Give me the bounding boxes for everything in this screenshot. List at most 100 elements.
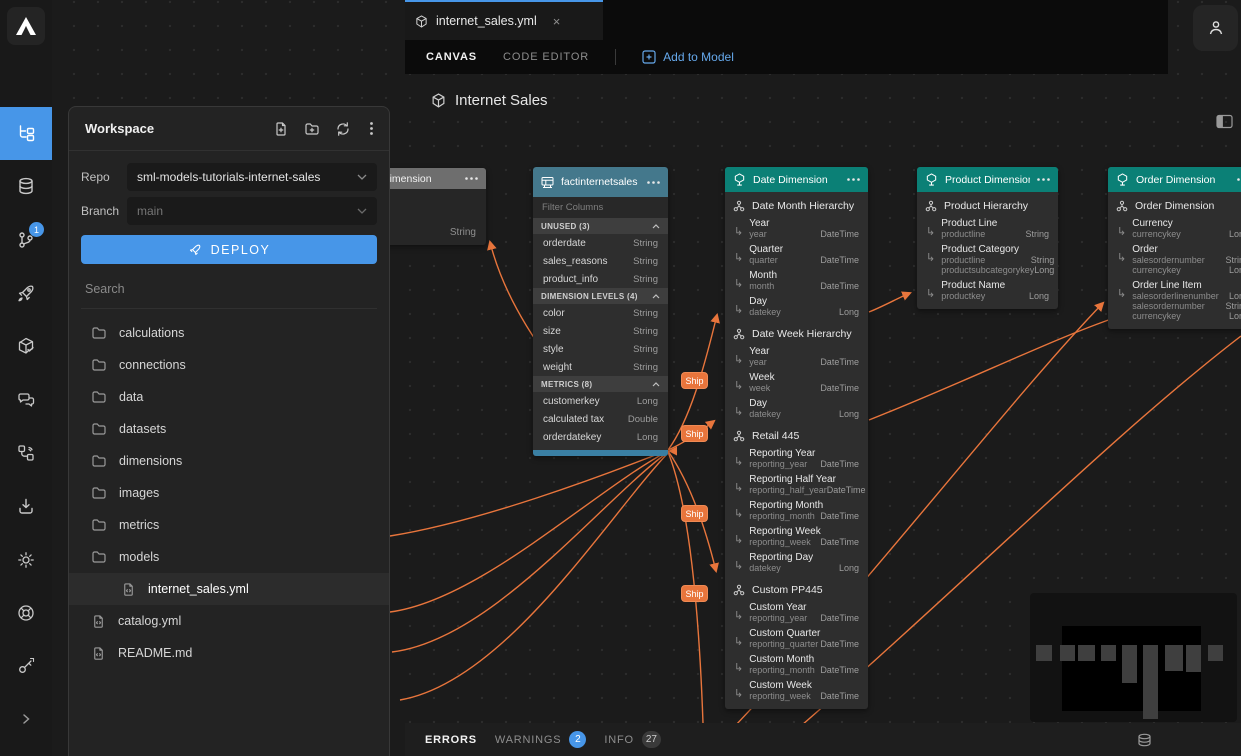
- sidebar-item-comments[interactable]: [0, 373, 52, 426]
- node-header[interactable]: Date Dimension: [725, 167, 868, 192]
- column-row[interactable]: weight String: [533, 358, 668, 376]
- relationship-label-ship[interactable]: Ship: [681, 505, 708, 522]
- column-row[interactable]: orderdate String: [533, 234, 668, 252]
- deploy-button[interactable]: DEPLOY: [81, 235, 377, 264]
- sidebar-item-support[interactable]: [0, 586, 52, 639]
- workspace-menu-button[interactable]: [370, 122, 373, 135]
- node-menu-icon[interactable]: [465, 177, 478, 180]
- level-row[interactable]: ↳ Product Name productkey Long: [917, 278, 1058, 304]
- level-row[interactable]: ↳ Quarter quarter DateTime: [725, 242, 868, 268]
- column-section-header[interactable]: UNUSED (3): [533, 218, 668, 234]
- tree-item[interactable]: calculations: [69, 317, 389, 349]
- sidebar-item-api-keys[interactable]: [0, 639, 52, 692]
- column-row[interactable]: calculated tax Double: [533, 410, 668, 428]
- column-row[interactable]: product_info String: [533, 270, 668, 288]
- level-row[interactable]: ↳ Custom Year reporting_year DateTime: [725, 600, 868, 626]
- new-file-button[interactable]: [273, 121, 289, 137]
- database-status-icon[interactable]: [1136, 732, 1153, 748]
- sidebar-item-file-tree[interactable]: [0, 107, 52, 160]
- level-row[interactable]: ↳ Custom Month reporting_month DateTime: [725, 652, 868, 678]
- node-header[interactable]: factinternetsales: [533, 167, 668, 197]
- tree-item[interactable]: data: [69, 381, 389, 413]
- tree-item[interactable]: images: [69, 477, 389, 509]
- tab-code-editor[interactable]: CODE EDITOR: [503, 51, 589, 63]
- relationship-label-ship[interactable]: Ship: [681, 425, 708, 442]
- sidebar-item-datasets[interactable]: [0, 160, 52, 213]
- panel-toggle-icon[interactable]: [1216, 114, 1233, 129]
- tree-item[interactable]: README.md: [69, 637, 389, 669]
- node-menu-icon[interactable]: [1237, 178, 1241, 181]
- tree-item[interactable]: metrics: [69, 509, 389, 541]
- column-row[interactable]: sales_reasons String: [533, 252, 668, 270]
- column-section-header[interactable]: METRICS (8): [533, 376, 668, 392]
- node-menu-icon[interactable]: [847, 178, 860, 181]
- hierarchy-row[interactable]: Product Hierarchy: [917, 192, 1058, 216]
- column-row[interactable]: orderdatekey Long: [533, 428, 668, 446]
- level-row[interactable]: ↳ Week week DateTime: [725, 370, 868, 396]
- level-row[interactable]: ↳ Year year DateTime: [725, 344, 868, 370]
- relationship-label-ship[interactable]: Ship: [681, 372, 708, 389]
- repo-select[interactable]: sml-models-tutorials-internet-sales: [127, 163, 377, 191]
- node-header[interactable]: Product Dimension: [917, 167, 1058, 192]
- column-row[interactable]: style String: [533, 340, 668, 358]
- column-section-header[interactable]: DIMENSION LEVELS (4): [533, 288, 668, 304]
- column-row[interactable]: customerkey Long: [533, 392, 668, 410]
- level-row[interactable]: ↳ Reporting Year reporting_year DateTime: [725, 446, 868, 472]
- tree-item[interactable]: connections: [69, 349, 389, 381]
- tree-item[interactable]: datasets: [69, 413, 389, 445]
- tree-item[interactable]: internet_sales.yml: [69, 573, 389, 605]
- refresh-button[interactable]: [335, 121, 351, 137]
- hierarchy-row[interactable]: Custom PP445: [725, 576, 868, 600]
- level-row[interactable]: ↳ Reporting Week reporting_week DateTime: [725, 524, 868, 550]
- level-row[interactable]: ↳ Reporting Half Year reporting_half_yea…: [725, 472, 868, 498]
- info-tab[interactable]: INFO 27: [604, 731, 661, 748]
- level-row[interactable]: ↳ Month month DateTime: [725, 268, 868, 294]
- branch-select[interactable]: main: [127, 197, 377, 225]
- sidebar-item-import[interactable]: [0, 480, 52, 533]
- atscale-logo[interactable]: [7, 7, 45, 45]
- node-menu-icon[interactable]: [647, 181, 660, 184]
- minimap[interactable]: [1030, 593, 1237, 722]
- sidebar-item-settings[interactable]: [0, 533, 52, 586]
- level-row[interactable]: ↳ Product Line productline String: [917, 216, 1058, 242]
- errors-tab[interactable]: ERRORS: [425, 734, 477, 746]
- level-row[interactable]: ↳ Order salesordernumber String currency…: [1108, 242, 1241, 278]
- hierarchy-row[interactable]: Retail 445: [725, 422, 868, 446]
- sidebar-item-workflow[interactable]: [0, 426, 52, 479]
- column-row[interactable]: size String: [533, 322, 668, 340]
- level-row[interactable]: ↳ Day datekey Long: [725, 294, 868, 320]
- model-node-product-dimension[interactable]: Product Dimension Product Hierarchy ↳ Pr…: [917, 167, 1058, 309]
- model-node-factinternetsales[interactable]: factinternetsales UNUSED (3) orderdate S…: [533, 167, 668, 456]
- hierarchy-row[interactable]: Date Month Hierarchy: [725, 192, 868, 216]
- new-folder-button[interactable]: [304, 121, 320, 137]
- level-row[interactable]: ↳ Custom Week reporting_week DateTime: [725, 678, 868, 704]
- filter-columns-input[interactable]: [542, 202, 659, 213]
- level-row[interactable]: ↳ Reporting Day datekey Long: [725, 550, 868, 576]
- rail-expand-button[interactable]: [0, 693, 52, 746]
- sidebar-item-deploy[interactable]: [0, 266, 52, 319]
- sidebar-item-models[interactable]: [0, 320, 52, 373]
- warnings-tab[interactable]: WARNINGS 2: [495, 731, 587, 748]
- model-node-order-dimension[interactable]: Order Dimension Order Dimension ↳ Curren…: [1108, 167, 1241, 329]
- level-row[interactable]: ↳ Day datekey Long: [725, 396, 868, 422]
- filter-columns-field[interactable]: [533, 197, 668, 218]
- tab-canvas[interactable]: CANVAS: [426, 51, 477, 63]
- column-row[interactable]: color String: [533, 304, 668, 322]
- level-row[interactable]: ↳ Year year DateTime: [725, 216, 868, 242]
- hierarchy-row[interactable]: Date Week Hierarchy: [725, 320, 868, 344]
- node-scrollbar[interactable]: [533, 450, 668, 456]
- tree-item[interactable]: catalog.yml: [69, 605, 389, 637]
- tree-item[interactable]: dimensions: [69, 445, 389, 477]
- level-row[interactable]: ↳ Order Line Item salesorderlinenumber L…: [1108, 278, 1241, 324]
- level-row[interactable]: ↳ Product Category productline String pr…: [917, 242, 1058, 278]
- node-header[interactable]: Order Dimension: [1108, 167, 1241, 192]
- sidebar-item-git-branch[interactable]: 1: [0, 213, 52, 266]
- level-row[interactable]: ↳ Currency currencykey Long: [1108, 216, 1241, 242]
- tab-internet-sales[interactable]: internet_sales.yml ×: [405, 0, 603, 40]
- search-field[interactable]: [81, 280, 377, 309]
- relationship-label-ship[interactable]: Ship: [681, 585, 708, 602]
- hierarchy-row[interactable]: Order Dimension: [1108, 192, 1241, 216]
- level-row[interactable]: ↳ Reporting Month reporting_month DateTi…: [725, 498, 868, 524]
- node-menu-icon[interactable]: [1037, 178, 1050, 181]
- user-avatar-button[interactable]: [1193, 5, 1238, 51]
